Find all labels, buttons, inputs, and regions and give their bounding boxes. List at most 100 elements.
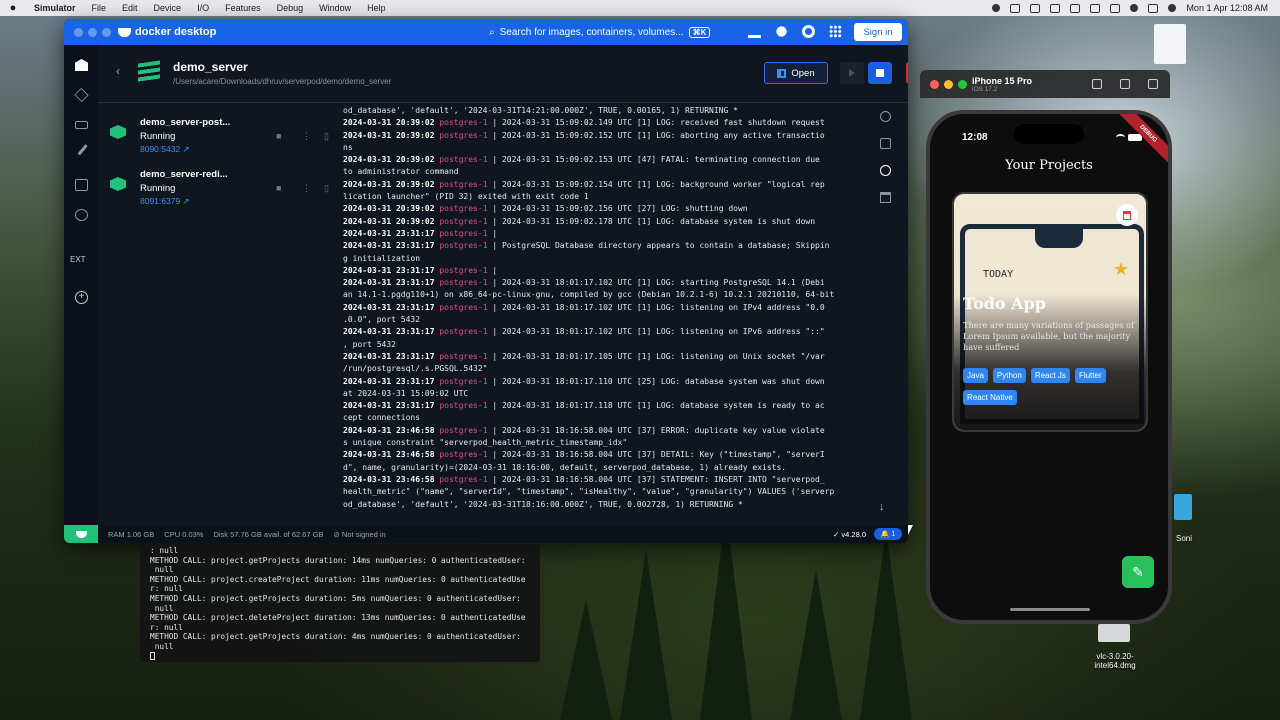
- vscode-icon: [777, 68, 787, 78]
- docker-status-icon[interactable]: [1010, 3, 1021, 13]
- zoom-window-button[interactable]: [958, 79, 967, 89]
- home-indicator[interactable]: [1010, 608, 1090, 611]
- tag-python[interactable]: Python: [992, 368, 1026, 383]
- home-icon[interactable]: [1092, 79, 1102, 89]
- minimize-window-button[interactable]: [944, 79, 953, 89]
- log-timestamp: 2024-03-31 23:31:17: [343, 265, 435, 275]
- stop-container-icon[interactable]: ■: [276, 131, 281, 141]
- wifi-icon[interactable]: [1110, 3, 1121, 13]
- delete-container-icon[interactable]: ▯: [324, 183, 329, 194]
- more-actions-icon[interactable]: ⋮: [302, 183, 311, 194]
- rotate-icon[interactable]: [1148, 79, 1158, 89]
- menu-device[interactable]: Device: [146, 3, 190, 13]
- builds-icon[interactable]: [77, 144, 96, 162]
- images-icon[interactable]: [75, 121, 88, 129]
- search-icon[interactable]: [1130, 4, 1139, 12]
- extensions-icon[interactable]: EXT: [70, 255, 86, 267]
- log-line: 2024-03-31 23:31:17 postgres-1 |: [343, 228, 875, 240]
- log-service: postgres-1: [439, 327, 488, 337]
- desktop-file-icon[interactable]: [1154, 24, 1186, 64]
- menu-debug[interactable]: Debug: [269, 3, 312, 13]
- minimize-window-button[interactable]: [88, 27, 97, 37]
- log-message: | 2024-03-31 18:01:17.102 UTC [1] LOG: l…: [487, 302, 825, 312]
- container-port-link[interactable]: 8090:5432 ↗: [140, 144, 190, 155]
- container-logs[interactable]: od_database', 'default', '2024-03-31T14:…: [339, 105, 875, 513]
- battery-icon[interactable]: [1090, 3, 1101, 13]
- search-logs-icon[interactable]: [880, 111, 891, 122]
- home-icon[interactable]: [75, 59, 88, 71]
- log-message: g initialization: [343, 253, 421, 263]
- delete-container-icon[interactable]: ▯: [324, 131, 329, 142]
- menu-file[interactable]: File: [84, 3, 115, 13]
- open-in-vscode-button[interactable]: Open: [764, 62, 828, 84]
- close-window-button[interactable]: [930, 79, 939, 89]
- siri-icon[interactable]: [1168, 4, 1177, 12]
- close-window-button[interactable]: [74, 27, 83, 37]
- record-icon[interactable]: [992, 4, 1001, 12]
- back-chevron-icon[interactable]: ‹: [116, 64, 120, 78]
- menu-help[interactable]: Help: [359, 3, 394, 13]
- log-line: /run/postgresql/.s.PGSQL.5432": [343, 363, 875, 375]
- add-project-button[interactable]: ✎: [1122, 556, 1154, 588]
- add-extension-icon[interactable]: +: [75, 291, 88, 304]
- stop-button[interactable]: [868, 62, 892, 84]
- clear-logs-icon[interactable]: [880, 192, 891, 203]
- menu-edit[interactable]: Edit: [114, 3, 146, 13]
- sound-icon[interactable]: [1030, 3, 1041, 13]
- wallpaper-tree: [790, 570, 842, 720]
- troubleshoot-icon[interactable]: [776, 26, 787, 37]
- desktop-file-label[interactable]: Soni: [1168, 534, 1200, 543]
- engine-running-indicator[interactable]: [64, 525, 98, 543]
- apple-menu-icon[interactable]: ●: [0, 2, 26, 14]
- docker-search-bar[interactable]: ⌕ Search for images, containers, volumes…: [489, 23, 729, 41]
- tag-react-js[interactable]: React Js: [1030, 368, 1070, 383]
- trash-icon: [1123, 210, 1131, 220]
- notifications-badge[interactable]: 🔔 1: [874, 528, 902, 540]
- menu-window[interactable]: Window: [311, 3, 359, 13]
- project-card[interactable]: TODAY ★ Todo App There are many variatio…: [952, 192, 1148, 432]
- volumes-icon[interactable]: [75, 179, 88, 191]
- tag-react-native[interactable]: React Native: [963, 390, 1017, 405]
- zoom-window-button[interactable]: [102, 27, 111, 37]
- delete-project-button[interactable]: [1116, 204, 1138, 226]
- status-bar-icons: [1116, 134, 1142, 141]
- container-row[interactable]: demo_server-post... Running 8090:5432 ↗ …: [98, 111, 338, 163]
- control-center-icon[interactable]: [1148, 3, 1159, 13]
- learning-center-icon[interactable]: [748, 25, 761, 38]
- delete-stack-button[interactable]: [906, 62, 908, 84]
- status-bar-time: 12:08: [962, 132, 988, 143]
- container-port-link[interactable]: 8091:6379 ↗: [140, 196, 190, 207]
- log-service: postgres-1: [439, 130, 488, 140]
- more-actions-icon[interactable]: ⋮: [302, 131, 311, 142]
- tag-flutter[interactable]: Flutter: [1074, 368, 1106, 383]
- start-button[interactable]: [840, 62, 864, 84]
- status-menu-area: Mon 1 Apr 12:08 AM: [992, 3, 1280, 13]
- menu-simulator[interactable]: Simulator: [26, 3, 84, 13]
- log-timestamp: 2024-03-31 20:39:02: [343, 204, 435, 214]
- simulator-toolbar: [1092, 79, 1170, 89]
- copy-logs-icon[interactable]: [880, 138, 891, 149]
- menu-features[interactable]: Features: [217, 3, 269, 13]
- tag-java[interactable]: Java: [963, 368, 988, 383]
- gear-icon[interactable]: [802, 25, 815, 38]
- scout-icon[interactable]: [75, 209, 88, 221]
- menu-io[interactable]: I/O: [189, 3, 217, 13]
- dmg-file-label[interactable]: vlc-3.0.20-intel64.dmg: [1080, 652, 1150, 670]
- container-row[interactable]: demo_server-redi... Running 8091:6379 ↗ …: [98, 163, 338, 215]
- terminal-window[interactable]: : null METHOD CALL: project.getProjects d…: [140, 544, 540, 662]
- desktop-folder-icon[interactable]: [1174, 494, 1192, 520]
- sign-in-button[interactable]: Sign in: [854, 23, 902, 41]
- stack-path[interactable]: /Users/acare/Downloads/dhruv/serverpod/d…: [173, 77, 391, 86]
- link-icon[interactable]: [1050, 3, 1061, 13]
- scroll-to-bottom-icon[interactable]: ↓: [879, 501, 885, 513]
- stop-container-icon[interactable]: ■: [276, 183, 281, 193]
- grid-menu-icon[interactable]: [829, 25, 842, 38]
- keyboard-icon[interactable]: [1070, 3, 1081, 13]
- dmg-file-icon[interactable]: [1098, 624, 1130, 642]
- menu-clock[interactable]: Mon 1 Apr 12:08 AM: [1186, 3, 1268, 13]
- docker-desktop-window: docker desktop ⌕ Search for images, cont…: [64, 19, 908, 543]
- timestamps-toggle-icon[interactable]: [880, 165, 891, 176]
- screenshot-icon[interactable]: [1120, 79, 1130, 89]
- containers-icon[interactable]: [74, 87, 89, 103]
- log-timestamp: 2024-03-31 20:39:02: [343, 179, 435, 189]
